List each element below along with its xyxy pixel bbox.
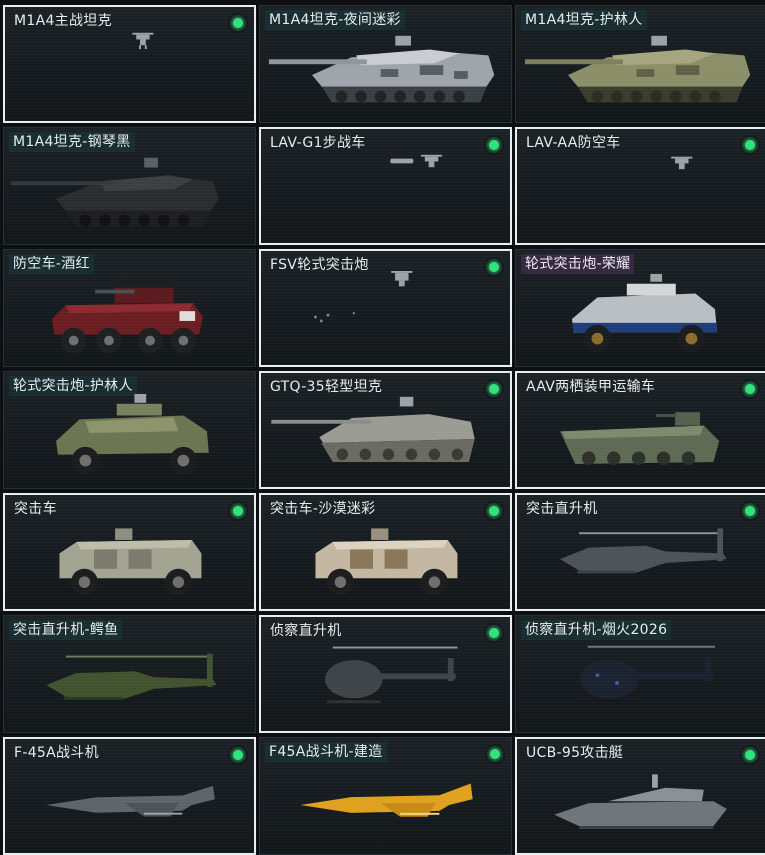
fighter-jet-icon <box>5 759 254 853</box>
assault-vehicle-icon <box>5 515 254 609</box>
fighter-jet-yellow-icon <box>260 758 511 854</box>
vehicle-card-gtq35[interactable]: GTQ-35轻型坦克 <box>259 371 512 489</box>
vehicle-card-wheeled-glory[interactable]: 轮式突击炮-荣耀 <box>515 249 765 367</box>
vehicle-card-wheeled-forest[interactable]: 轮式突击炮-护林人 <box>3 371 256 489</box>
tank-night-camo-icon <box>260 26 511 122</box>
vehicle-card-f45a[interactable]: F-45A战斗机 <box>3 737 256 855</box>
tank-black-icon <box>4 148 255 244</box>
aa-vehicle-red-icon <box>4 270 255 366</box>
vehicle-card-m1a4-night[interactable]: M1A4坦克-夜间迷彩 <box>259 5 512 123</box>
vehicle-card-f45a-build[interactable]: F45A战斗机-建造 <box>259 737 512 855</box>
scout-helicopter-icon <box>261 637 510 731</box>
wheeled-gun-forest-icon <box>4 392 255 488</box>
vehicle-card-scout-heli[interactable]: 侦察直升机 <box>259 615 512 733</box>
drone-icon <box>261 149 510 243</box>
vehicle-card-m1a4-black[interactable]: M1A4坦克-钢琴黑 <box>3 127 256 245</box>
attack-helicopter-icon <box>517 515 765 609</box>
vehicle-card-ucb95[interactable]: UCB-95攻击艇 <box>515 737 765 855</box>
vehicle-card-lav-g1[interactable]: LAV-G1步战车 <box>259 127 512 245</box>
vehicle-card-aav[interactable]: AAV两栖装甲运输车 <box>515 371 765 489</box>
drone-icon <box>261 271 510 365</box>
vehicle-card-attack-heli[interactable]: 突击直升机 <box>515 493 765 611</box>
vehicle-card-m1a4-forest[interactable]: M1A4坦克-护林人 <box>515 5 765 123</box>
vehicle-card-scout-heli-fireworks[interactable]: 侦察直升机-烟火2026 <box>515 615 765 733</box>
wheeled-gun-glory-icon <box>516 270 765 366</box>
drone-icon <box>517 149 765 243</box>
vehicle-card-assault[interactable]: 突击车 <box>3 493 256 611</box>
assault-vehicle-desert-icon <box>261 515 510 609</box>
vehicle-card-m1a4[interactable]: M1A4主战坦克 <box>3 5 256 123</box>
drone-icon <box>5 27 254 121</box>
vehicle-card-aa-red[interactable]: 防空车-酒红 <box>3 249 256 367</box>
attack-helicopter-croc-icon <box>4 636 255 732</box>
vehicle-card-lav-aa[interactable]: LAV-AA防空车 <box>515 127 765 245</box>
scout-helicopter-fireworks-icon <box>516 636 765 732</box>
amphibious-apc-icon <box>517 393 765 487</box>
vehicle-grid: M1A4主战坦克 M1A4坦克-夜间迷彩 M1A4坦克-护林人 M1A4坦克-钢… <box>0 0 765 855</box>
light-tank-icon <box>261 393 510 487</box>
vehicle-card-fsv[interactable]: FSV轮式突击炮 <box>259 249 512 367</box>
vehicle-card-attack-heli-croc[interactable]: 突击直升机-鳄鱼 <box>3 615 256 733</box>
attack-boat-icon <box>517 759 765 853</box>
vehicle-card-assault-desert[interactable]: 突击车-沙漠迷彩 <box>259 493 512 611</box>
tank-forest-camo-icon <box>516 26 765 122</box>
